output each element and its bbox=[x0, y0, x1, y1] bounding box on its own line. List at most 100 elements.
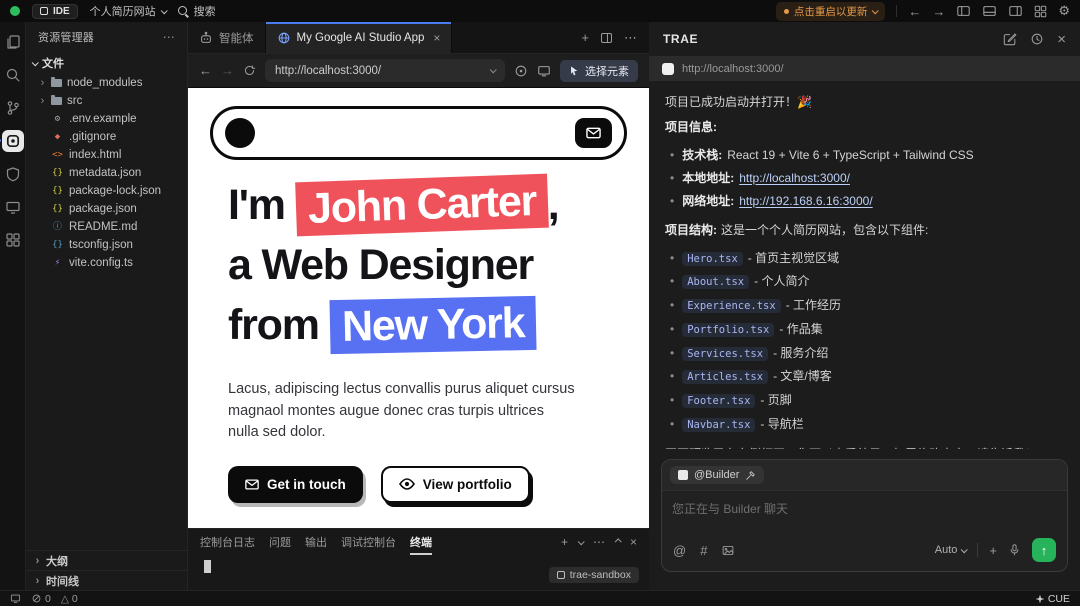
layout-grid-icon[interactable] bbox=[1034, 5, 1047, 18]
new-chat-icon[interactable] bbox=[1003, 32, 1017, 46]
split-editor-icon[interactable] bbox=[601, 32, 612, 43]
address-bar[interactable]: http://localhost:3000/ bbox=[265, 59, 505, 82]
terminal-tab[interactable]: 问题 bbox=[269, 529, 291, 555]
mic-icon[interactable] bbox=[1008, 543, 1021, 557]
toggle-bottom-panel-icon[interactable] bbox=[982, 4, 997, 18]
agent-chip-row: @Builder bbox=[662, 460, 1067, 491]
trae-ai-icon[interactable] bbox=[0, 130, 24, 152]
editor-tabbar: 智能体 My Google AI Studio App × + ⋯ bbox=[188, 22, 649, 54]
component-code: Services.tsx bbox=[682, 346, 769, 361]
toggle-right-panel-icon[interactable] bbox=[1008, 4, 1023, 18]
component-desc: - 导航栏 bbox=[760, 416, 804, 431]
component-item: • Services.tsx - 服务介绍 bbox=[665, 341, 1064, 365]
file-tree-item[interactable]: <> index.html bbox=[26, 146, 187, 164]
bullet-icon: • bbox=[670, 274, 675, 289]
close-panel-icon[interactable]: × bbox=[1057, 32, 1066, 47]
contact-mail-button[interactable] bbox=[575, 118, 612, 148]
file-name: README.md bbox=[69, 221, 138, 233]
tab-agent[interactable]: 智能体 bbox=[188, 22, 266, 53]
file-tree-item[interactable]: {} package-lock.json bbox=[26, 182, 187, 200]
hero-line-3: from New York bbox=[228, 295, 627, 355]
close-panel-icon[interactable]: × bbox=[630, 535, 637, 549]
hash-icon[interactable]: # bbox=[700, 543, 707, 558]
mention-icon[interactable]: @ bbox=[673, 543, 686, 558]
new-terminal-icon[interactable]: + bbox=[561, 535, 568, 549]
file-tree-item[interactable]: {} metadata.json bbox=[26, 164, 187, 182]
more-actions-icon[interactable]: ⋯ bbox=[163, 30, 175, 44]
more-actions-icon[interactable]: ⋯ bbox=[624, 30, 637, 46]
component-desc: - 首页主视觉区域 bbox=[747, 250, 840, 265]
terminal-tab[interactable]: 控制台日志 bbox=[200, 529, 255, 555]
info-title: 项目信息: bbox=[665, 120, 717, 134]
devices-icon[interactable] bbox=[2, 196, 24, 218]
chat-input-area[interactable] bbox=[662, 491, 1067, 538]
browser-forward-icon[interactable]: → bbox=[221, 63, 234, 78]
history-icon[interactable] bbox=[1030, 32, 1044, 46]
bullet-icon: • bbox=[670, 369, 675, 384]
cue-assistant[interactable]: CUE bbox=[1035, 593, 1070, 605]
close-icon[interactable]: × bbox=[433, 31, 440, 45]
nav-back-button[interactable]: ← bbox=[908, 4, 921, 19]
file-tree-item[interactable]: ⚡ vite.config.ts bbox=[26, 254, 187, 272]
file-tree-item[interactable]: ⚙ .env.example bbox=[26, 110, 187, 128]
agent-chip-label: @Builder bbox=[694, 469, 740, 481]
debug-icon[interactable] bbox=[2, 163, 24, 185]
maximize-panel-icon[interactable] bbox=[614, 537, 622, 545]
project-switcher[interactable]: 个人简历网站 bbox=[90, 3, 168, 19]
view-portfolio-button[interactable]: View portfolio bbox=[380, 465, 530, 503]
chevron-down-icon[interactable] bbox=[577, 537, 585, 545]
file-name: node_modules bbox=[67, 77, 143, 89]
device-toolbar-icon[interactable] bbox=[537, 64, 551, 78]
send-button[interactable]: ↑ bbox=[1032, 538, 1056, 562]
file-tree-item[interactable]: {} tsconfig.json bbox=[26, 236, 187, 254]
plus-icon[interactable]: + bbox=[989, 543, 997, 558]
chat-input[interactable] bbox=[672, 502, 1057, 516]
nav-forward-button[interactable]: → bbox=[932, 4, 945, 19]
get-in-touch-button[interactable]: Get in touch bbox=[228, 465, 363, 503]
terminal-tab[interactable]: 调试控制台 bbox=[341, 529, 396, 555]
terminal-body[interactable]: trae-sandbox bbox=[188, 555, 649, 590]
inspect-element-button[interactable]: 选择元素 bbox=[560, 59, 638, 82]
ide-mode-badge[interactable]: IDE bbox=[32, 3, 78, 19]
hero-section: I'm John Carter, a Web Designer from New… bbox=[228, 173, 627, 355]
explorer-icon[interactable] bbox=[2, 31, 24, 53]
file-tree-item[interactable]: ◆ .gitignore bbox=[26, 128, 187, 146]
more-actions-icon[interactable]: ⋯ bbox=[593, 535, 605, 549]
terminal-tab[interactable]: 终端 bbox=[410, 529, 432, 555]
image-icon[interactable] bbox=[721, 544, 735, 557]
restart-update-badge[interactable]: 点击重启以更新 bbox=[775, 1, 886, 21]
problems-errors[interactable]: 0 bbox=[31, 593, 51, 605]
file-tree-item[interactable]: ⓘ README.md bbox=[26, 218, 187, 236]
file-tree-item[interactable]: › node_modules bbox=[26, 74, 187, 92]
agent-chip[interactable]: @Builder bbox=[670, 466, 765, 484]
settings-gear-icon[interactable]: ⚙ bbox=[1058, 3, 1070, 19]
source-control-icon[interactable] bbox=[2, 97, 24, 119]
terminal-tab[interactable]: 输出 bbox=[305, 529, 327, 555]
chevron-down-icon bbox=[872, 6, 880, 14]
tab-preview-app[interactable]: My Google AI Studio App × bbox=[265, 22, 453, 53]
info-list: • 技术栈: React 19 + Vite 6 + TypeScript + T… bbox=[665, 143, 1064, 212]
file-tree-item[interactable]: {} package.json bbox=[26, 200, 187, 218]
file-tree-item[interactable]: › src bbox=[26, 92, 187, 110]
extensions-icon[interactable] bbox=[2, 229, 24, 251]
sidebar-section[interactable]: › 大纲 bbox=[26, 550, 187, 570]
remote-icon[interactable] bbox=[10, 593, 21, 604]
file-tree: › node_modules › src ⚙ .env.example ◆ .g… bbox=[26, 74, 187, 272]
component-desc: - 个人简介 bbox=[754, 274, 810, 289]
trae-chat-panel: TRAE × http://localhost:3000/ 项目已成功启动并打开… bbox=[649, 22, 1080, 590]
global-search-button[interactable]: 搜索 bbox=[177, 3, 216, 19]
bullet-icon: • bbox=[670, 416, 675, 431]
new-tab-icon[interactable]: + bbox=[581, 30, 589, 45]
files-section-header[interactable]: 文件 bbox=[26, 52, 187, 74]
open-in-browser-icon[interactable] bbox=[514, 64, 528, 78]
browser-back-icon[interactable]: ← bbox=[199, 63, 212, 78]
sidebar-section[interactable]: › 时间线 bbox=[26, 570, 187, 590]
search-panel-icon[interactable] bbox=[2, 64, 24, 86]
explorer-title: 资源管理器 bbox=[38, 32, 94, 44]
info-link[interactable]: http://192.168.6.16:3000/ bbox=[739, 194, 872, 208]
info-link[interactable]: http://localhost:3000/ bbox=[739, 171, 850, 185]
problems-warnings[interactable]: △ 0 bbox=[61, 593, 78, 605]
toggle-left-panel-icon[interactable] bbox=[956, 4, 971, 18]
browser-refresh-icon[interactable] bbox=[243, 64, 256, 77]
mode-selector[interactable]: Auto bbox=[935, 544, 969, 556]
